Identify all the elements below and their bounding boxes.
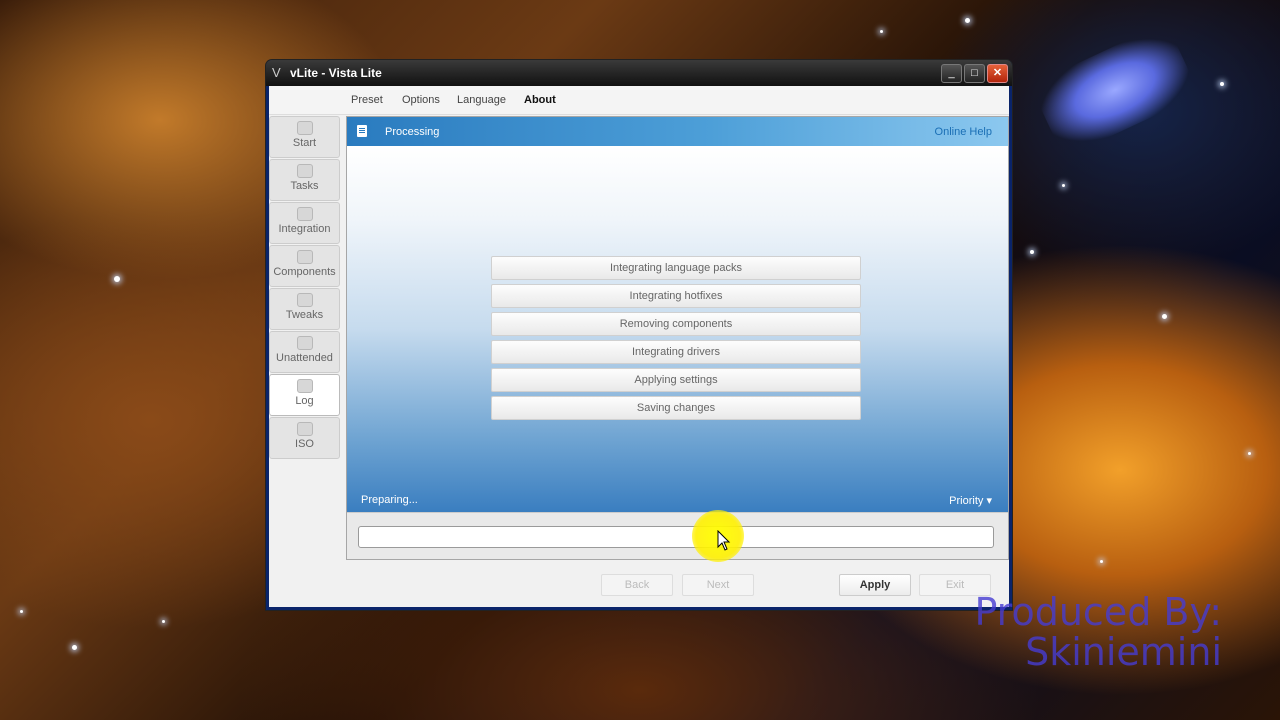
title-bar[interactable]: V vLite - Vista Lite _ □ ✕ bbox=[266, 60, 1012, 86]
sidebar-item-label: Log bbox=[295, 395, 314, 407]
menu-about[interactable]: About bbox=[524, 94, 556, 106]
sidebar-item-label: Unattended bbox=[276, 352, 333, 364]
sidebar-item-tweaks[interactable]: Tweaks bbox=[269, 288, 340, 330]
back-button[interactable]: Back bbox=[601, 574, 673, 596]
unattended-icon bbox=[297, 336, 313, 350]
panel-header: Processing Online Help bbox=[347, 117, 1008, 146]
step-item: Integrating hotfixes bbox=[491, 284, 861, 308]
iso-icon bbox=[297, 422, 313, 436]
sidebar-item-tasks[interactable]: Tasks bbox=[269, 159, 340, 201]
apply-button[interactable]: Apply bbox=[839, 574, 911, 596]
sidebar-item-label: ISO bbox=[295, 438, 314, 450]
star bbox=[20, 610, 23, 613]
panel-title: Processing bbox=[385, 126, 440, 138]
sidebar-item-start[interactable]: Start bbox=[269, 116, 340, 158]
star bbox=[1030, 250, 1034, 254]
progress-area bbox=[347, 512, 1008, 559]
star bbox=[1062, 184, 1065, 187]
panel-body: Integrating language packs Integrating h… bbox=[347, 146, 1008, 512]
progress-bar bbox=[358, 526, 994, 548]
start-icon bbox=[297, 121, 313, 135]
watermark-line1: Produced By: bbox=[974, 590, 1222, 634]
step-item: Integrating drivers bbox=[491, 340, 861, 364]
sidebar-item-label: Integration bbox=[278, 223, 331, 235]
sidebar-item-log[interactable]: Log bbox=[269, 374, 340, 416]
window-client: Preset Options Language About Start Task… bbox=[269, 86, 1009, 607]
step-item: Removing components bbox=[491, 312, 861, 336]
sidebar-item-label: Components bbox=[273, 266, 336, 278]
step-item: Saving changes bbox=[491, 396, 861, 420]
star bbox=[72, 645, 77, 650]
sidebar-item-iso[interactable]: ISO bbox=[269, 417, 340, 459]
star bbox=[880, 30, 883, 33]
star bbox=[1220, 82, 1224, 86]
chevron-down-icon: ▾ bbox=[986, 495, 992, 507]
window-title: vLite - Vista Lite bbox=[290, 66, 382, 80]
tweaks-icon bbox=[297, 293, 313, 307]
step-item: Applying settings bbox=[491, 368, 861, 392]
log-icon bbox=[297, 379, 313, 393]
priority-label: Priority bbox=[949, 495, 984, 507]
vlite-window: V vLite - Vista Lite _ □ ✕ Preset Option… bbox=[266, 60, 1012, 610]
watermark-line2: Skiniemini bbox=[1025, 630, 1222, 674]
menu-options[interactable]: Options bbox=[402, 94, 440, 106]
star bbox=[1248, 452, 1251, 455]
sidebar-item-label: Start bbox=[292, 137, 317, 149]
online-help-link[interactable]: Online Help bbox=[935, 126, 992, 138]
nebula-blue bbox=[1030, 22, 1200, 158]
sidebar-item-label: Tasks bbox=[290, 180, 319, 192]
sidebar-item-components[interactable]: Components bbox=[269, 245, 340, 287]
next-button[interactable]: Next bbox=[682, 574, 754, 596]
priority-dropdown[interactable]: Priority ▾ bbox=[949, 494, 992, 507]
menu-bar: Preset Options Language About bbox=[269, 86, 1009, 115]
star bbox=[1162, 314, 1167, 319]
processing-panel: Processing Online Help Integrating langu… bbox=[346, 116, 1009, 560]
maximize-button[interactable]: □ bbox=[964, 64, 985, 83]
components-icon bbox=[297, 250, 313, 264]
menu-language[interactable]: Language bbox=[457, 94, 506, 106]
minimize-button[interactable]: _ bbox=[941, 64, 962, 83]
star bbox=[1100, 560, 1103, 563]
mouse-cursor-icon bbox=[717, 530, 731, 551]
sidebar-item-label: Tweaks bbox=[285, 309, 324, 321]
sidebar-item-integration[interactable]: Integration bbox=[269, 202, 340, 244]
sidebar-item-unattended[interactable]: Unattended bbox=[269, 331, 340, 373]
close-button[interactable]: ✕ bbox=[987, 64, 1008, 83]
menu-preset[interactable]: Preset bbox=[351, 94, 383, 106]
star bbox=[162, 620, 165, 623]
tasks-icon bbox=[297, 164, 313, 178]
document-icon bbox=[357, 125, 367, 137]
star bbox=[965, 18, 970, 23]
star bbox=[114, 276, 120, 282]
status-text: Preparing... bbox=[361, 494, 418, 506]
app-icon: V bbox=[272, 65, 281, 80]
step-item: Integrating language packs bbox=[491, 256, 861, 280]
integration-icon bbox=[297, 207, 313, 221]
watermark: Produced By: Skiniemini bbox=[974, 592, 1222, 672]
